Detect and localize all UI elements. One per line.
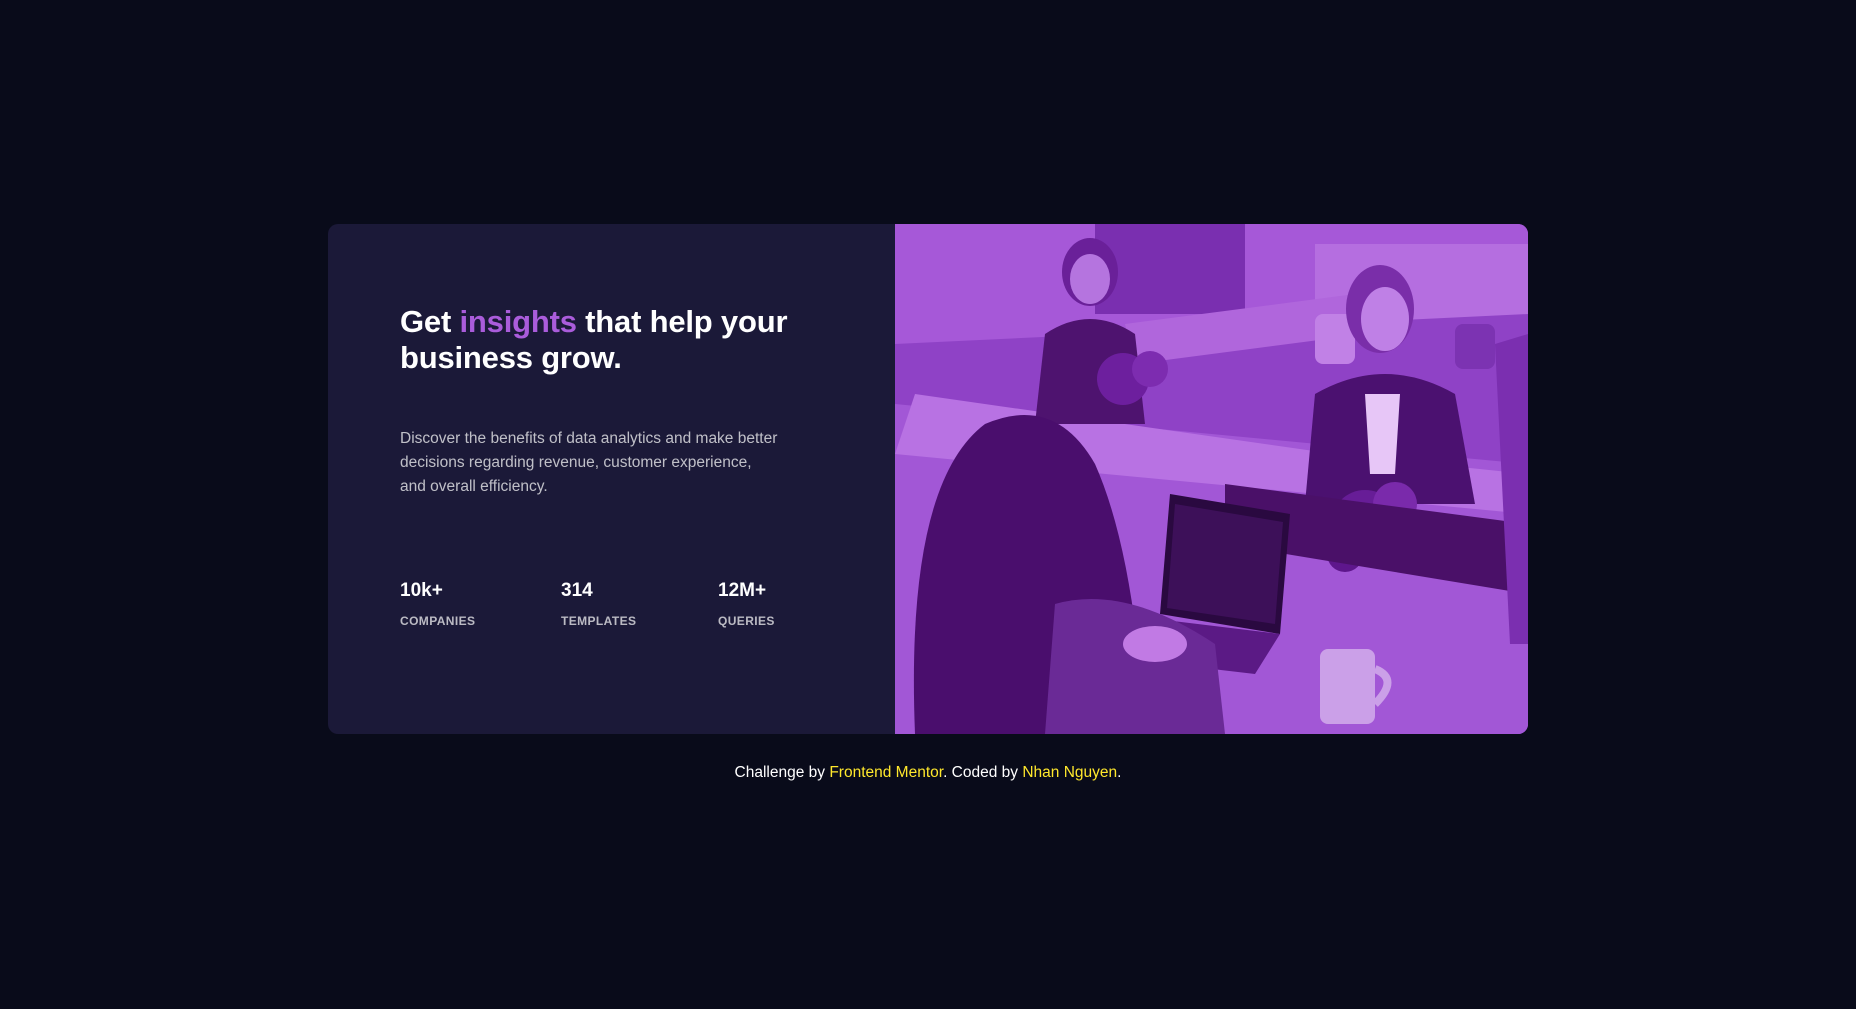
stat-label: TEMPLATES bbox=[561, 614, 637, 628]
stats-preview-card: Get insights that help your business gro… bbox=[328, 224, 1528, 734]
author-link[interactable]: Nhan Nguyen bbox=[1022, 764, 1117, 781]
frontend-mentor-link[interactable]: Frontend Mentor bbox=[829, 764, 943, 781]
headline-accent: insights bbox=[459, 304, 577, 339]
stat-value: 12M+ bbox=[718, 580, 767, 601]
stat-value: 10k+ bbox=[400, 580, 443, 601]
description: Discover the benefits of data analytics … bbox=[400, 430, 778, 495]
attribution-challenge-prefix: Challenge by bbox=[734, 764, 826, 781]
stat-label: QUERIES bbox=[718, 614, 775, 628]
stats-row: 10k+ COMPANIES 314 TEMPLATES 12M+ QUERIE… bbox=[400, 579, 820, 649]
stat-label: COMPANIES bbox=[400, 614, 476, 628]
attribution: Challenge by Frontend Mentor. Coded by N… bbox=[0, 764, 1856, 782]
card-text-panel: Get insights that help your business gro… bbox=[328, 224, 895, 734]
stat-queries: 12M+ QUERIES bbox=[718, 579, 775, 628]
stat-templates: 314 TEMPLATES bbox=[561, 579, 636, 628]
attribution-end: . bbox=[1117, 764, 1122, 781]
stat-value: 314 bbox=[561, 580, 593, 601]
headline: Get insights that help your business gro… bbox=[400, 304, 800, 376]
page: Get insights that help your business gro… bbox=[0, 0, 1856, 1009]
stat-companies: 10k+ COMPANIES bbox=[400, 579, 475, 628]
headline-prefix: Get bbox=[400, 304, 460, 339]
office-photo bbox=[895, 224, 1528, 734]
attribution-coded-prefix: . Coded by bbox=[943, 764, 1019, 781]
office-photo-illustration bbox=[895, 224, 1528, 734]
